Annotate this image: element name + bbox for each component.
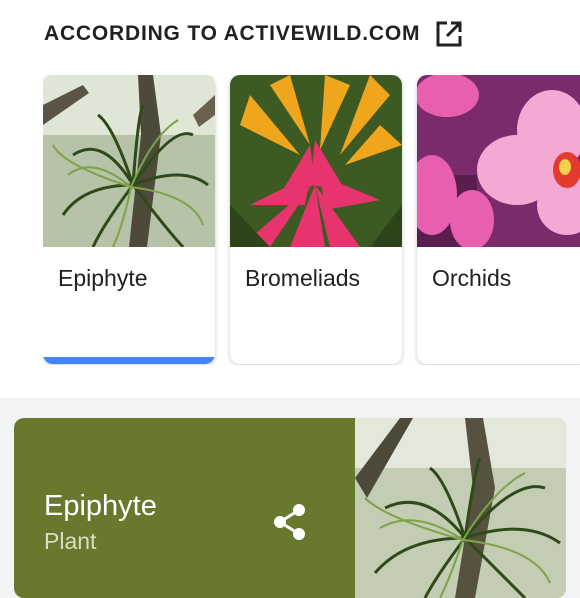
- carousel-card-label: Orchids: [432, 265, 512, 291]
- knowledge-panel[interactable]: Epiphyte Plant: [14, 418, 566, 598]
- source-header[interactable]: ACCORDING TO ACTIVEWILD.COM: [44, 20, 464, 48]
- share-icon[interactable]: [270, 502, 310, 542]
- carousel-card-orchids[interactable]: Orchids: [417, 75, 580, 364]
- selected-indicator: [43, 357, 215, 364]
- carousel-card-epiphyte[interactable]: Epiphyte: [43, 75, 215, 364]
- carousel-card-label: Epiphyte: [58, 265, 148, 291]
- source-label[interactable]: ACCORDING TO ACTIVEWILD.COM: [44, 22, 420, 46]
- source-section: ACCORDING TO ACTIVEWILD.COM Epiphyte Bro…: [0, 0, 580, 398]
- carousel-card-bromeliads[interactable]: Bromeliads: [230, 75, 402, 364]
- epiphyte-photo[interactable]: [355, 418, 566, 598]
- orchid-photo: [417, 75, 580, 247]
- topic-carousel[interactable]: Epiphyte Bromeliads Orchids: [43, 75, 580, 365]
- carousel-card-label: Bromeliads: [245, 265, 361, 291]
- panel-subtitle: Plant: [44, 528, 97, 554]
- external-link-icon[interactable]: [434, 19, 464, 49]
- bromeliad-photo: [230, 75, 402, 247]
- epiphyte-photo: [43, 75, 215, 247]
- panel-title: Epiphyte: [44, 490, 157, 522]
